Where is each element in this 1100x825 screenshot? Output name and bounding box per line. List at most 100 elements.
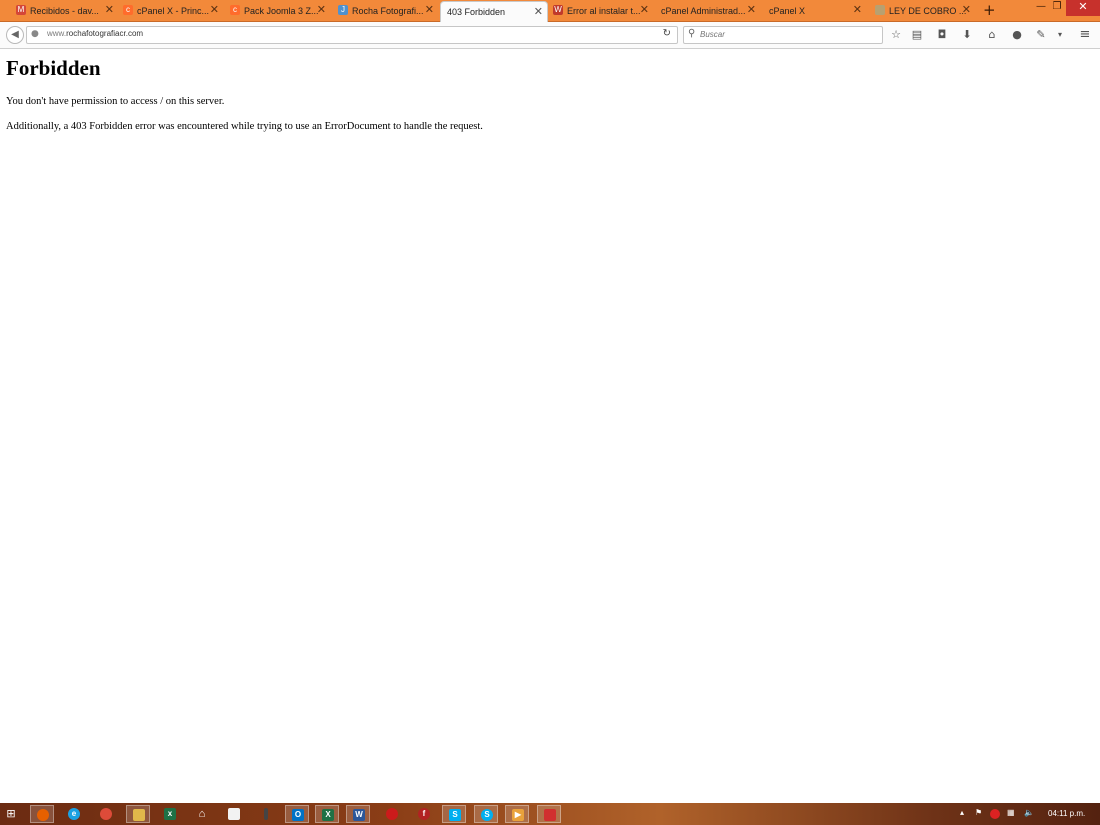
document-icon xyxy=(875,5,885,15)
tab-5[interactable]: W Error al instalar t... ✕ xyxy=(551,0,653,21)
reload-icon[interactable]: ↻ xyxy=(663,28,671,39)
chat-icon[interactable]: ● xyxy=(1010,28,1024,42)
notepad-icon xyxy=(228,808,240,820)
addon-icon[interactable]: ✎ xyxy=(1034,28,1048,42)
volume-icon[interactable]: 🔈 xyxy=(1024,808,1034,817)
tab-2[interactable]: c Pack Joomla 3 Z... ✕ xyxy=(228,0,330,21)
wordpress-icon: W xyxy=(553,5,563,15)
close-tab-icon[interactable]: ✕ xyxy=(425,3,434,17)
page-content: Forbidden You don't have permission to a… xyxy=(0,49,1100,803)
close-tab-icon[interactable]: ✕ xyxy=(210,3,219,17)
tab-0[interactable]: M Recibidos - dav... ✕ xyxy=(14,0,118,21)
skype-icon: S xyxy=(449,809,461,821)
cpanel-icon: c xyxy=(230,5,240,15)
back-button[interactable]: ◀ xyxy=(6,26,24,44)
tray-expand-icon[interactable]: ▴ xyxy=(960,808,964,817)
cpanel-icon: c xyxy=(123,5,133,15)
hamburger-menu-icon[interactable]: ≡ xyxy=(1078,28,1092,42)
arrow-left-icon: ◀ xyxy=(11,29,19,40)
close-tab-icon[interactable]: ✕ xyxy=(105,3,114,17)
page-title: Forbidden xyxy=(6,56,101,80)
clock[interactable]: 04:11 p.m. xyxy=(1048,809,1085,818)
chrome-icon xyxy=(100,808,112,820)
taskbar-excel-open[interactable]: X xyxy=(315,805,339,823)
close-tab-icon[interactable]: ✕ xyxy=(640,3,649,17)
minimize-icon[interactable]: — xyxy=(1034,0,1048,16)
taskbar-opera[interactable] xyxy=(380,805,404,823)
home-icon: ⌂ xyxy=(198,808,206,820)
taskbar-home[interactable]: ⌂ xyxy=(190,805,214,823)
opera-icon xyxy=(386,808,398,820)
flag-icon[interactable]: ⚑ xyxy=(975,808,982,817)
close-tab-icon[interactable]: ✕ xyxy=(747,3,756,17)
tab-7[interactable]: cPanel X ✕ xyxy=(764,0,866,21)
word-icon: W xyxy=(353,809,365,821)
tab-label: cPanel X xyxy=(769,5,806,16)
taskbar-notepad[interactable] xyxy=(222,805,246,823)
download-icon[interactable]: ⬇ xyxy=(960,28,974,42)
filezilla-icon: f xyxy=(418,808,430,820)
taskbar: ⊞ e x ⌂ O X W f S S ▶ ▴ ⚑ ▦ 🔈 04:11 p.m. xyxy=(0,803,1100,825)
search-input[interactable] xyxy=(700,28,870,40)
tab-4-active[interactable]: 403 Forbidden ✕ xyxy=(440,1,548,22)
close-tab-icon[interactable]: ✕ xyxy=(853,3,862,17)
taskbar-firefox[interactable] xyxy=(30,805,54,823)
url-prefix: www. xyxy=(47,29,67,38)
navigation-toolbar: ◀ ● www.rochafotografiacr.com ↻ ⚲ ☆ ▤ ◘ … xyxy=(0,22,1100,49)
window-close-icon[interactable]: ✕ xyxy=(1066,0,1100,16)
error-document-message: Additionally, a 403 Forbidden error was … xyxy=(6,121,483,132)
tab-label: cPanel X - Princ... xyxy=(137,5,210,16)
excel-icon: x xyxy=(164,808,176,820)
skype-icon: S xyxy=(481,809,493,821)
close-tab-icon[interactable]: ✕ xyxy=(962,3,971,17)
url-domain: rochafotografiacr.com xyxy=(66,29,144,38)
globe-icon: ● xyxy=(31,29,39,39)
tab-label: Error al instalar t... xyxy=(567,5,641,16)
chevron-down-icon[interactable]: ▾ xyxy=(1053,28,1067,42)
internet-explorer-icon: e xyxy=(68,808,80,820)
bookmark-star-icon[interactable]: ☆ xyxy=(889,28,903,42)
taskbar-media-player[interactable]: ▶ xyxy=(505,805,529,823)
taskbar-skype[interactable]: S xyxy=(442,805,466,823)
joomla-icon: J xyxy=(338,5,348,15)
taskbar-excel[interactable]: x xyxy=(158,805,182,823)
new-tab-icon[interactable]: + xyxy=(983,1,996,20)
home-icon[interactable]: ⌂ xyxy=(985,28,999,42)
windows-start-icon[interactable]: ⊞ xyxy=(4,807,18,821)
taskbar-file-explorer[interactable] xyxy=(126,805,150,823)
taskbar-chrome[interactable] xyxy=(94,805,118,823)
tab-label: cPanel Administrad... xyxy=(661,5,746,16)
url-bar[interactable]: ● www.rochafotografiacr.com ↻ xyxy=(26,26,678,44)
app-icon xyxy=(264,808,268,820)
acrobat-icon xyxy=(544,809,556,821)
tab-strip: M Recibidos - dav... ✕ c cPanel X - Prin… xyxy=(0,0,1100,22)
taskbar-internet-explorer[interactable]: e xyxy=(62,805,86,823)
tab-label: Rocha Fotografi... xyxy=(352,5,424,16)
search-bar[interactable]: ⚲ xyxy=(683,26,883,44)
tab-label: Recibidos - dav... xyxy=(30,5,99,16)
tab-3[interactable]: J Rocha Fotografi... ✕ xyxy=(336,0,438,21)
search-icon: ⚲ xyxy=(688,28,696,39)
excel-icon: X xyxy=(322,809,334,821)
taskbar-filezilla[interactable]: f xyxy=(412,805,436,823)
pocket-icon[interactable]: ◘ xyxy=(935,28,949,42)
network-icon[interactable]: ▦ xyxy=(1007,808,1015,817)
taskbar-acrobat[interactable] xyxy=(537,805,561,823)
close-tab-icon[interactable]: ✕ xyxy=(317,3,326,17)
close-tab-icon[interactable]: ✕ xyxy=(534,5,543,19)
tab-8[interactable]: LEY DE COBRO ... ✕ xyxy=(873,0,975,21)
tab-label: 403 Forbidden xyxy=(447,7,506,17)
tab-1[interactable]: c cPanel X - Princ... ✕ xyxy=(121,0,223,21)
taskbar-skype-2[interactable]: S xyxy=(474,805,498,823)
permission-message: You don't have permission to access / on… xyxy=(6,96,225,107)
taskbar-app[interactable] xyxy=(254,805,278,823)
tab-label: Pack Joomla 3 Z... xyxy=(244,5,319,16)
gmail-icon: M xyxy=(16,5,26,15)
antivirus-icon[interactable] xyxy=(990,809,1000,819)
restore-icon[interactable]: ❐ xyxy=(1050,0,1064,16)
tab-6[interactable]: cPanel Administrad... ✕ xyxy=(656,0,760,21)
bookmarks-list-icon[interactable]: ▤ xyxy=(910,28,924,42)
taskbar-outlook[interactable]: O xyxy=(285,805,309,823)
taskbar-word[interactable]: W xyxy=(346,805,370,823)
media-player-icon: ▶ xyxy=(512,809,524,821)
